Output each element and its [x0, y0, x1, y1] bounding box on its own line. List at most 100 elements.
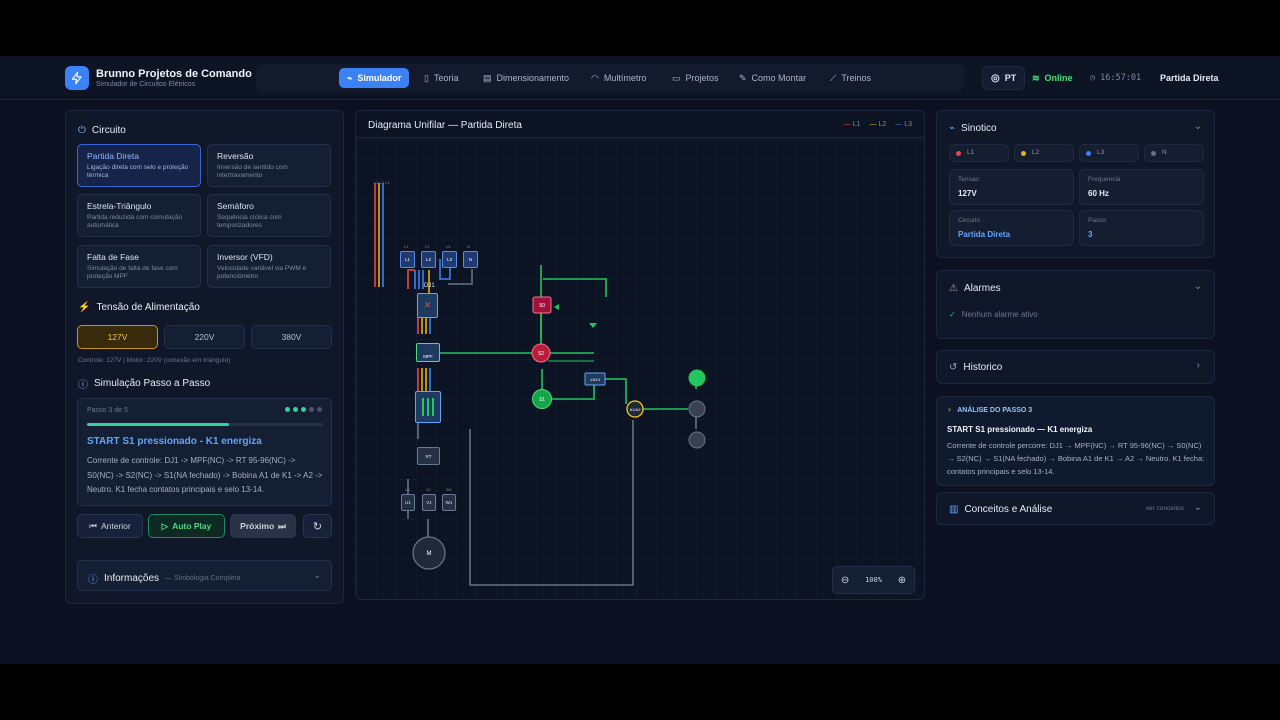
next-button[interactable]: Próximo ⏭: [230, 514, 296, 538]
nav-simulador[interactable]: ⌁ Simulador: [339, 68, 410, 88]
history-title: Historico: [963, 362, 1003, 373]
legend-label: L3: [904, 121, 912, 128]
next-label: Próximo: [240, 521, 275, 531]
logo-bolt-icon[interactable]: [65, 66, 89, 90]
node-v1[interactable]: V1: [422, 494, 436, 511]
nav-multimetro[interactable]: ◠ Multímetro: [583, 68, 654, 88]
phase-label: L3: [1097, 149, 1105, 156]
seal-arrow-icon: [589, 323, 597, 328]
k1-contactor[interactable]: [415, 391, 441, 423]
nav-label: Como Montar: [751, 73, 807, 83]
pilot-lamp-on: [688, 369, 706, 387]
chevron-down-icon[interactable]: ⌄: [1194, 121, 1202, 132]
tile-label: Frequencia: [1088, 176, 1121, 183]
clock-time: 16:57:01: [1100, 73, 1142, 83]
zoom-out-icon[interactable]: ⊖: [841, 575, 849, 586]
zoom-in-icon[interactable]: ⊕: [898, 575, 906, 586]
node-w1[interactable]: W1: [442, 494, 456, 511]
step-heading: START S1 pressionado - K1 energiza: [87, 436, 262, 447]
concepts-header: ▥ Conceitos e Análise: [949, 504, 1052, 515]
skip-forward-icon: ⏭: [278, 520, 286, 531]
diagram-header: Diagrama Unifilar — Partida Direta — L1 …: [356, 111, 924, 138]
reset-button[interactable]: ↻: [303, 514, 332, 538]
node-l1[interactable]: L1: [400, 251, 415, 268]
info-circle-icon: ⓘ: [78, 380, 88, 391]
top-header: Brunno Projetos de Comando Simulador de …: [0, 56, 1280, 100]
circuit-card-falta-de-fase[interactable]: Falta de Fase Simulação de falta de fase …: [77, 245, 201, 288]
rt-thermal-relay[interactable]: RT: [417, 447, 440, 465]
card-title: Inversor (VFD): [217, 252, 273, 262]
card-desc: Simulação de falta de fase com proteção …: [87, 265, 178, 280]
activity-icon: ⌁: [347, 72, 353, 83]
card-desc: Inversão de sentido com intertravamento: [217, 164, 288, 179]
circuit-card-partida-direta[interactable]: Partida Direta Ligação direta com selo e …: [77, 144, 201, 187]
diagram-title: Diagrama Unifilar — Partida Direta: [368, 120, 522, 131]
previous-label: Anterior: [100, 521, 131, 531]
nav-dimensionamento[interactable]: ▤ Dimensionamento: [475, 68, 577, 88]
current-circuit: Partida Direta: [1160, 73, 1219, 83]
dj1-breaker[interactable]: ✕: [417, 293, 438, 318]
analysis-label-row: ♀ ANÁLISE DO PASSO 3: [947, 407, 1032, 414]
concepts-panel[interactable]: ▥ Conceitos e Análise ver conceitos ⌄: [936, 492, 1215, 525]
diagram-canvas[interactable]: S2 S0 S1 13/14 A1/A2 M L1 L2 L3 L1 L2 L3…: [356, 139, 924, 599]
voltage-127v-button[interactable]: 127V: [77, 325, 158, 349]
mpf-relay[interactable]: MPF: [416, 343, 440, 362]
node-n[interactable]: N: [463, 251, 478, 268]
card-title: Semáforo: [217, 201, 254, 211]
clock: ◷ 16:57:01: [1090, 66, 1141, 90]
app: Brunno Projetos de Comando Simulador de …: [0, 56, 1280, 664]
voltage-380v-button[interactable]: 380V: [251, 325, 332, 349]
nav-projetos[interactable]: ▭ Projetos: [664, 68, 727, 88]
info-header: ⓘ Informações — Simbologia Completa: [88, 571, 241, 586]
globe-icon: ◎: [991, 72, 1000, 84]
phase-dot: [1021, 151, 1026, 156]
history-icon: ↺: [949, 362, 958, 373]
zoom-control: ⊖ 100% ⊕: [832, 566, 915, 594]
nav-label: Projetos: [685, 73, 719, 83]
card-title: Reversão: [217, 151, 254, 161]
phase-label: L1: [967, 149, 975, 156]
tile-value: 3: [1088, 230, 1093, 239]
info-accordion[interactable]: ⓘ Informações — Simbologia Completa ⌄: [77, 560, 332, 591]
step-title: Simulação Passo a Passo: [94, 378, 211, 389]
language-button[interactable]: ◎ PT: [982, 66, 1026, 90]
flow-arrow-icon: [554, 304, 559, 310]
step-text: Corrente de controle: DJ1 -> MPF(NC) -> …: [87, 456, 323, 494]
nav-label: Multímetro: [603, 73, 647, 83]
node-l3[interactable]: L3: [442, 251, 457, 268]
card-desc: Sequência cíclica com temporizadores: [217, 214, 282, 229]
concepts-link[interactable]: ver conceitos: [1146, 505, 1184, 512]
alarm-panel: ⚠ Alarmes ⌄ ✓ Nenhum alarme ativo: [936, 270, 1215, 339]
online-status: ≋ Online: [1032, 66, 1073, 90]
phase-label: N: [1162, 149, 1167, 156]
brand-title: Brunno Projetos de Comando: [96, 68, 252, 80]
circuit-card-inversor[interactable]: Inversor (VFD) Velocidade variável via PW…: [207, 245, 331, 288]
previous-button[interactable]: ⏮ Anterior: [77, 514, 143, 538]
info-subtitle: — Simbologia Completa: [165, 575, 241, 582]
step-dot: [293, 407, 298, 412]
nav-como-montar[interactable]: ✎ Como Montar: [731, 68, 814, 88]
circuit-card-estrela-triangulo[interactable]: Estrela-Triângulo Partida reduzida com co…: [77, 194, 201, 237]
circuit-wires: S2 S0 S1 13/14 A1/A2 M: [374, 183, 706, 586]
legend-item: — L3: [895, 121, 912, 128]
contact-bar: [427, 398, 429, 416]
legend-item: — L2: [869, 121, 887, 128]
check-circle-icon: ✓: [949, 310, 956, 319]
auto-play-button[interactable]: ▷ Auto Play: [148, 514, 225, 538]
nav-treinos[interactable]: ⟋ Treinos: [822, 68, 879, 88]
info-icon: ⓘ: [88, 575, 98, 586]
node-l2[interactable]: L2: [421, 251, 436, 268]
circuit-card-reversao[interactable]: Reversão Inversão de sentido com intertra…: [207, 144, 331, 187]
analysis-heading: START S1 pressionado — K1 energiza: [947, 425, 1093, 434]
history-header: ↺ Historico: [949, 362, 1002, 373]
circuit-card-semaforo[interactable]: Semáforo Sequência cíclica com temporizad…: [207, 194, 331, 237]
calculator-icon: ▤: [483, 72, 492, 83]
nav-teoria[interactable]: ▯ Teoria: [416, 68, 466, 88]
phase-l2: L2: [1014, 144, 1074, 162]
chevron-down-icon[interactable]: ⌄: [1194, 281, 1202, 292]
history-panel[interactable]: ↺ Historico ›: [936, 350, 1215, 384]
node-u1[interactable]: U1: [401, 494, 415, 511]
brand-subtitle: Simulador de Circuitos Elétricos: [96, 81, 196, 88]
voltage-220v-button[interactable]: 220V: [164, 325, 245, 349]
alarm-header: ⚠ Alarmes: [949, 283, 1001, 294]
